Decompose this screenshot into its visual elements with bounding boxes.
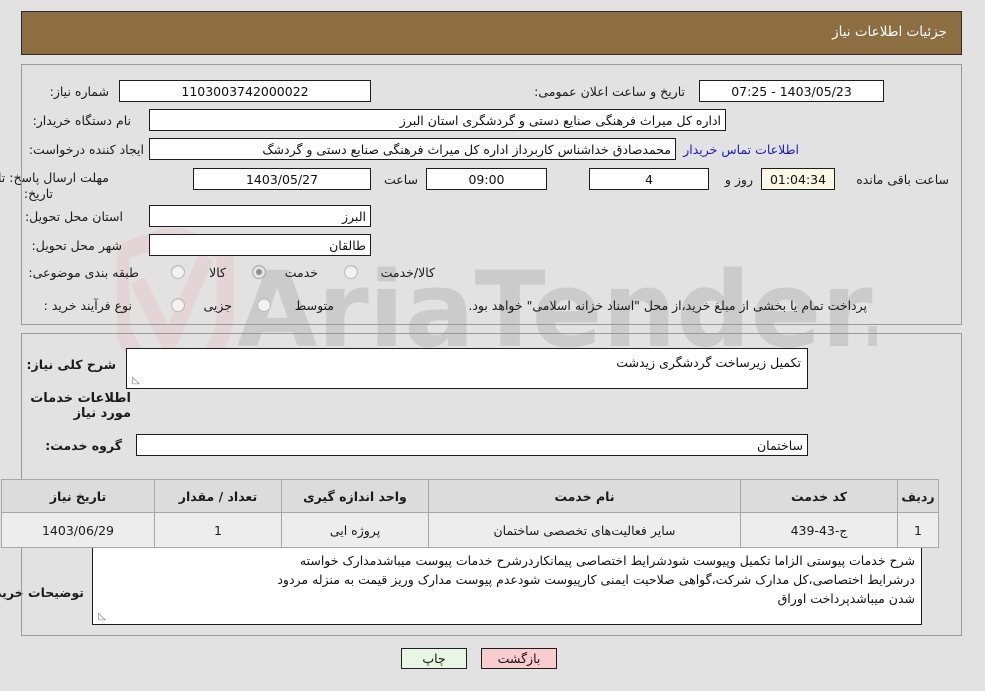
th-service-name: نام خدمت — [429, 479, 742, 513]
cell-service-name: سایر فعالیت‌های تخصصی ساختمان — [429, 512, 742, 548]
cell-quantity: 1 — [155, 512, 283, 548]
cell-unit: پروژه ایی — [282, 512, 430, 548]
services-table: ردیف کد خدمت نام خدمت واحد اندازه گیری ت… — [2, 479, 940, 548]
table-row[interactable]: 1 ج-43-439 سایر فعالیت‌های تخصصی ساختمان… — [2, 512, 940, 548]
need-summary-panel — [22, 64, 963, 325]
print-button[interactable]: چاپ — [402, 648, 468, 669]
cell-service-code: ج-43-439 — [741, 512, 899, 548]
cell-need-date: 1403/06/29 — [2, 512, 156, 548]
th-service-code: کد خدمت — [741, 479, 899, 513]
table-header-row: ردیف کد خدمت نام خدمت واحد اندازه گیری ت… — [2, 479, 940, 513]
th-row-no: ردیف — [898, 479, 940, 513]
th-quantity: تعداد / مقدار — [155, 479, 283, 513]
th-need-date: تاریخ نیاز — [2, 479, 156, 513]
cell-row-no: 1 — [898, 512, 940, 548]
th-unit: واحد اندازه گیری — [282, 479, 430, 513]
page-header-bar: جزئیات اطلاعات نیاز — [22, 11, 963, 55]
back-button[interactable]: بازگشت — [482, 648, 558, 669]
page-title: جزئیات اطلاعات نیاز — [833, 24, 948, 40]
